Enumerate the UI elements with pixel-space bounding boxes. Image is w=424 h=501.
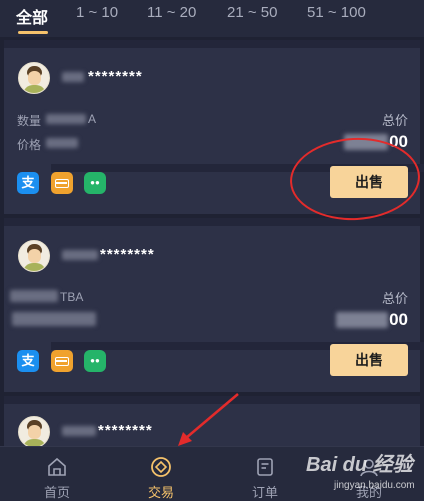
masked-name-blur — [62, 72, 84, 82]
price-label: 价格 — [17, 138, 42, 152]
wechat-icon: ●● — [84, 172, 106, 194]
bank-card-icon — [51, 164, 424, 194]
range-tab-bar: 全部 1 ~ 10 11 ~ 20 21 ~ 50 51 ~ 100 — [0, 0, 424, 37]
tab-51-100[interactable]: 51 ~ 100 — [307, 4, 366, 21]
seller-name: ******** — [88, 68, 143, 85]
tab-1-10[interactable]: 1 ~ 10 — [76, 4, 118, 21]
trade-page: 全部 1 ~ 10 11 ~ 20 21 ~ 50 51 ~ 100 *****… — [0, 0, 424, 501]
bank-card-icon — [51, 342, 424, 372]
watermark-url: jingyan.baidu.com — [334, 480, 415, 491]
masked-name-blur — [62, 250, 98, 260]
baidu-jingyan-watermark: Bai du 经验 jingyan.baidu.com — [300, 448, 420, 498]
masked-name-blur — [62, 426, 96, 436]
total-value-blur — [336, 312, 388, 328]
alipay-icon: 支 — [17, 350, 39, 372]
nav-orders-label: 订单 — [251, 485, 278, 500]
active-tab-indicator — [18, 31, 48, 34]
wechat-icon: ●● — [84, 350, 106, 372]
quantity-unit: TBA — [60, 290, 84, 304]
total-price-value: 00 — [389, 310, 408, 329]
quantity-label: 数量 — [17, 114, 42, 128]
total-price-label: 总价 — [381, 113, 408, 128]
quantity-unit: A — [88, 112, 97, 126]
tab-11-20[interactable]: 11 ~ 20 — [147, 4, 196, 21]
nav-home[interactable]: 首页 — [22, 447, 92, 501]
watermark-logo: Bai du 经验 — [306, 454, 413, 476]
price-blur — [12, 312, 96, 326]
nav-orders[interactable]: 订单 — [230, 447, 300, 501]
seller-name: ******** — [100, 246, 155, 263]
seller-name: ******** — [98, 422, 153, 439]
nav-trade-label: 交易 — [147, 485, 174, 500]
listing-card[interactable]: ******** TBA 总价 00 支 ●● 出售 — [4, 218, 424, 392]
order-icon — [257, 458, 273, 476]
alipay-icon: 支 — [17, 172, 39, 194]
total-price-label: 总价 — [381, 291, 408, 306]
quantity-blur — [10, 290, 58, 302]
home-icon — [48, 457, 66, 476]
tab-21-50[interactable]: 21 ~ 50 — [227, 4, 277, 21]
price-blur — [46, 138, 78, 148]
tab-all[interactable]: 全部 — [16, 4, 48, 28]
seller-avatar — [18, 62, 50, 94]
listing-card[interactable]: ******** — [4, 396, 420, 452]
nav-home-label: 首页 — [43, 485, 70, 500]
nav-trade[interactable]: 交易 — [126, 447, 196, 501]
quantity-blur — [46, 114, 86, 124]
seller-avatar — [18, 240, 50, 272]
trade-icon — [151, 457, 171, 477]
seller-avatar — [18, 416, 50, 448]
sell-button[interactable]: 出售 — [330, 344, 408, 376]
